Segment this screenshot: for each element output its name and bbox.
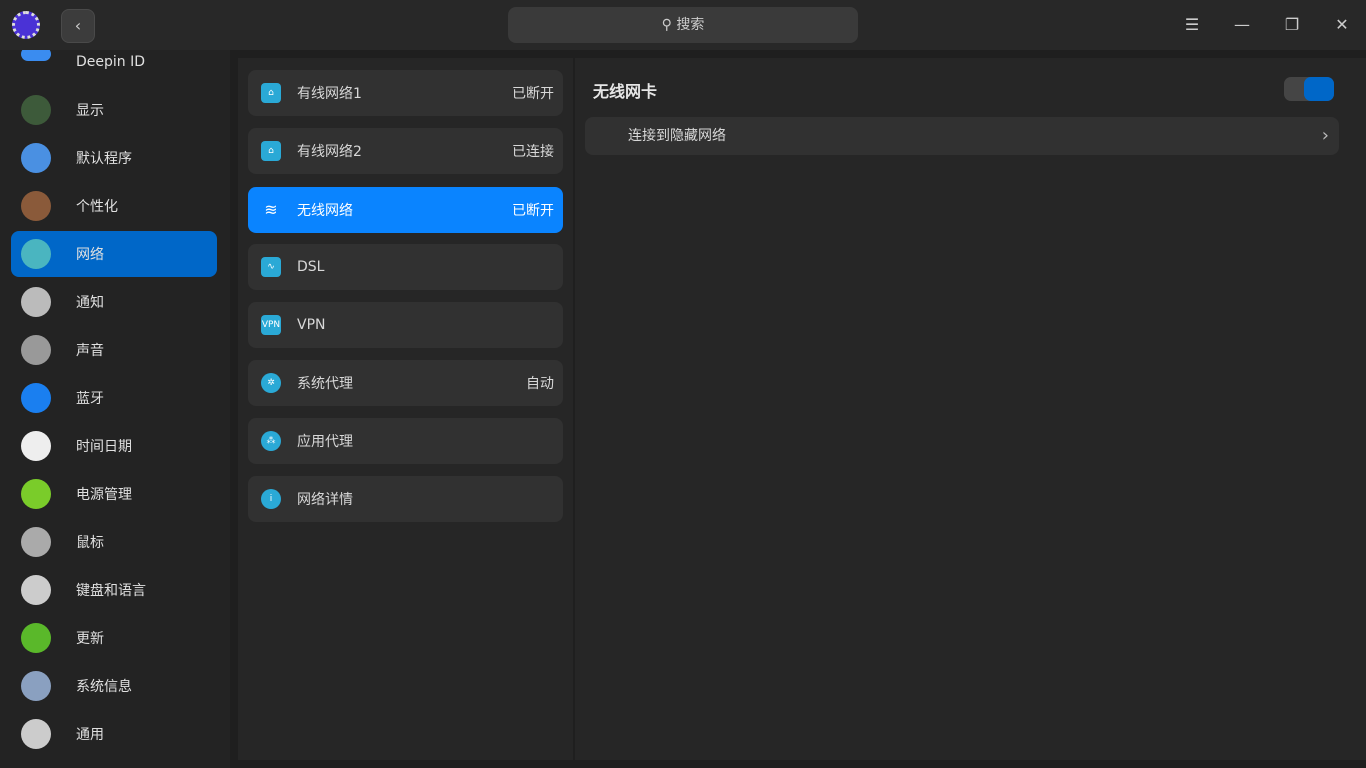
menu-button[interactable]: ☰: [1180, 13, 1204, 37]
sidebar-item[interactable]: 通知: [11, 279, 217, 325]
chevron-right-icon: ›: [1321, 125, 1329, 146]
close-button[interactable]: ✕: [1330, 13, 1354, 37]
sidebar-item[interactable]: 通用: [11, 711, 217, 757]
sidebar-item-icon: [21, 239, 51, 269]
sidebar-item-icon: [21, 623, 51, 653]
network-item-icon: VPN: [261, 315, 281, 335]
hidden-network-label: 连接到隐藏网络: [628, 128, 726, 144]
network-item-status: 已断开: [512, 203, 554, 219]
network-item-label: 网络详情: [297, 492, 353, 508]
connect-hidden-network[interactable]: 连接到隐藏网络 ›: [585, 117, 1339, 155]
network-item-label: 有线网络1: [297, 86, 362, 102]
back-button[interactable]: ‹: [61, 9, 95, 43]
sidebar-item-label: 声音: [76, 343, 104, 359]
sidebar-item-icon: [21, 50, 51, 61]
sidebar-item-label: 蓝牙: [76, 391, 104, 407]
sidebar-item[interactable]: 个性化: [11, 183, 217, 229]
network-item[interactable]: ∿ DSL: [248, 244, 563, 290]
sidebar-item-icon: [21, 719, 51, 749]
sidebar-item[interactable]: Deepin ID: [11, 50, 217, 85]
sidebar-item-label: 默认程序: [76, 151, 132, 167]
sidebar-item-label: 通知: [76, 295, 104, 311]
sidebar-item-label: 键盘和语言: [76, 583, 146, 599]
network-item-icon: ⁂: [261, 431, 281, 451]
sidebar-item[interactable]: 系统信息: [11, 663, 217, 709]
sidebar-item-icon: [21, 575, 51, 605]
sidebar-item[interactable]: 声音: [11, 327, 217, 373]
sidebar-item[interactable]: 显示: [11, 87, 217, 133]
network-item-status: 已断开: [512, 86, 554, 102]
sidebar-item[interactable]: 键盘和语言: [11, 567, 217, 613]
network-item[interactable]: VPN VPN: [248, 302, 563, 348]
sidebar-item-label: 显示: [76, 103, 104, 119]
maximize-button[interactable]: ❐: [1280, 13, 1304, 37]
network-item-status: 自动: [526, 376, 554, 392]
sidebar-item-icon: [21, 335, 51, 365]
sidebar-item-icon: [21, 527, 51, 557]
sidebar-item[interactable]: 默认程序: [11, 135, 217, 181]
network-list: ⌂ 有线网络1 已断开 ⌂ 有线网络2 已连接 ≋ 无线网络 已断开 ∿ DSL VPN VPN ✲ 系统代…: [238, 58, 573, 760]
sidebar-item-icon: [21, 143, 51, 173]
sidebar-item-label: 电源管理: [76, 487, 132, 503]
network-item-icon: ∿: [261, 257, 281, 277]
network-item[interactable]: ≋ 无线网络 已断开: [248, 187, 563, 233]
wireless-card-title: 无线网卡: [593, 82, 658, 101]
sidebar-item-icon: [21, 191, 51, 221]
network-item[interactable]: ⌂ 有线网络1 已断开: [248, 70, 563, 116]
sidebar-item-icon: [21, 671, 51, 701]
sidebar-item[interactable]: 蓝牙: [11, 375, 217, 421]
sidebar-item-label: 网络: [76, 247, 104, 263]
detail-panel: 无线网卡 连接到隐藏网络 ›: [575, 58, 1366, 760]
sidebar-item-label: 鼠标: [76, 535, 104, 551]
sidebar-item-label: 系统信息: [76, 679, 132, 695]
search-icon: ⚲: [661, 17, 677, 33]
sidebar-item-icon: [21, 479, 51, 509]
sidebar-item-label: 个性化: [76, 199, 118, 215]
network-item-label: 系统代理: [297, 376, 353, 392]
wireless-toggle[interactable]: [1284, 77, 1334, 101]
network-item-label: 无线网络: [297, 203, 353, 219]
sidebar-item-icon: [21, 287, 51, 317]
network-item-label: DSL: [297, 259, 325, 275]
network-item-status: 已连接: [512, 144, 554, 160]
network-item[interactable]: ⁂ 应用代理: [248, 418, 563, 464]
network-item-icon: ✲: [261, 373, 281, 393]
network-item[interactable]: i 网络详情: [248, 476, 563, 522]
sidebar-item-icon: [21, 431, 51, 461]
control-center-logo-icon: [12, 11, 40, 39]
sidebar-item-label: Deepin ID: [76, 54, 146, 70]
network-item-label: 应用代理: [297, 434, 353, 450]
network-item-label: VPN: [297, 317, 326, 333]
sidebar: Deepin ID 显示默认程序个性化网络通知声音蓝牙时间日期电源管理鼠标键盘和语…: [0, 50, 230, 768]
sidebar-item[interactable]: 更新: [11, 615, 217, 661]
sidebar-item[interactable]: 电源管理: [11, 471, 217, 517]
network-item-icon: ⌂: [261, 83, 281, 103]
network-item-label: 有线网络2: [297, 144, 362, 160]
sidebar-item[interactable]: 网络: [11, 231, 217, 277]
sidebar-item-label: 更新: [76, 631, 104, 647]
search-placeholder: 搜索: [676, 17, 705, 33]
network-item[interactable]: ⌂ 有线网络2 已连接: [248, 128, 563, 174]
search-input[interactable]: ⚲ 搜索: [508, 7, 858, 43]
sidebar-item[interactable]: 时间日期: [11, 423, 217, 469]
network-item-icon: i: [261, 489, 281, 509]
network-item[interactable]: ✲ 系统代理 自动: [248, 360, 563, 406]
network-item-icon: ≋: [264, 200, 278, 219]
sidebar-item-icon: [21, 95, 51, 125]
network-item-icon: ⌂: [261, 141, 281, 161]
minimize-button[interactable]: —: [1230, 13, 1254, 37]
titlebar: ‹ ⚲ 搜索 ☰ — ❐ ✕: [0, 0, 1366, 50]
sidebar-item-label: 通用: [76, 727, 104, 743]
sidebar-item-icon: [21, 383, 51, 413]
sidebar-item[interactable]: 鼠标: [11, 519, 217, 565]
sidebar-item-label: 时间日期: [76, 439, 132, 455]
